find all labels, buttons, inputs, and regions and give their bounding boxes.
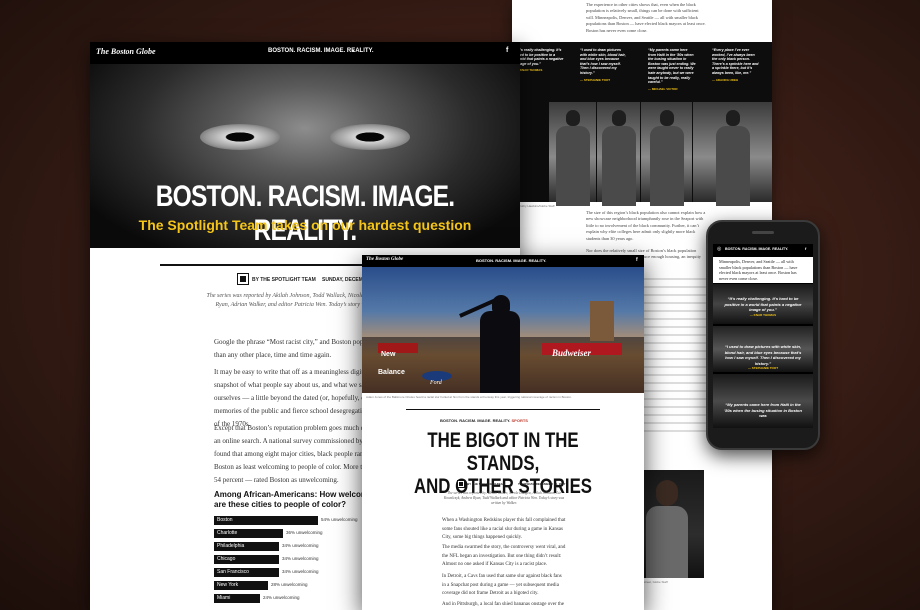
category-label: Miami <box>217 595 231 601</box>
article-title: THE BIGOT IN THE STANDS, AND OTHER STORIE… <box>390 429 616 498</box>
category-label: New York <box>217 582 239 588</box>
byline: BY THE SPOTLIGHT TEAM <box>467 482 506 486</box>
body-paragraph: The media swarmed the story, the controv… <box>442 545 566 567</box>
eye-shape <box>330 124 410 150</box>
phone-speaker <box>752 231 774 234</box>
quote-attribution: — KNAR THOMAS <box>516 68 543 73</box>
quote-attribution: — ADAORA UDEH <box>712 77 739 82</box>
quote-attribution: — STEPHANIE TOOT <box>580 77 611 82</box>
value-label: 34% unwelcoming <box>282 569 319 574</box>
middle-article-page: The Boston Globe BOSTON. RACISM. IMAGE. … <box>362 255 644 610</box>
quote-attribution: — MICHAEL VICTOR <box>648 86 678 91</box>
value-label: 54% unwelcoming <box>321 517 358 522</box>
chevron-down-icon[interactable]: ▾ <box>352 48 355 54</box>
quote-attribution: — STEPHANIE TOOT <box>747 366 779 370</box>
quote-text: “Every place I’ve ever worked, I’ve alwa… <box>712 48 759 75</box>
photo-caption: Adam Jones of the Baltimore Orioles hear… <box>366 395 572 399</box>
section-label: BOSTON. RACISM. IMAGE. REALITY. SPORTS <box>440 418 528 423</box>
facebook-icon[interactable]: f <box>636 257 638 263</box>
dateline: THURSDAY, DECEMBER 14, 2017 <box>518 482 566 486</box>
byline: BY THE SPOTLIGHT TEAM <box>252 277 316 283</box>
title-line: THE BIGOT IN THE STANDS, <box>427 429 579 475</box>
sign-text: Budweiser <box>552 348 592 358</box>
category-label: Boston <box>217 517 233 523</box>
chart-bar: San Francisco <box>214 568 279 577</box>
player-body <box>480 311 520 393</box>
intro-paragraph: The experience in other cities shows tha… <box>586 2 706 33</box>
hero-section: The Boston Globe BOSTON. RACISM. IMAGE. … <box>90 42 520 248</box>
portrait-photo <box>640 102 692 206</box>
quote-text: “I used to draw pictures with white skin… <box>724 344 802 366</box>
top-nav-bar: The Boston Globe BOSTON. RACISM. IMAGE. … <box>90 42 520 64</box>
hero-title: BOSTON. RACISM. IMAGE. REALITY. <box>155 180 455 247</box>
quote-card: “Every place I’ve ever worked, I’ve alwa… <box>712 48 760 82</box>
chart-bar: Charlotte <box>214 529 283 538</box>
value-label: 34% unwelcoming <box>282 543 319 548</box>
eye-shape <box>200 124 280 150</box>
body-paragraph: The size of this region’s black populati… <box>586 210 706 241</box>
portrait-photo <box>596 102 640 206</box>
category-label: Charlotte <box>217 530 238 536</box>
divider <box>406 409 600 410</box>
facebook-icon[interactable]: f <box>506 47 508 54</box>
ad-sign: New Balance <box>378 343 418 376</box>
quote-text: “I used to draw pictures with white skin… <box>580 48 626 75</box>
category-label: Philadelphia <box>217 543 245 549</box>
quote-text: “It’s really challenging. It’s hard to b… <box>724 296 802 312</box>
chart-bar: New York <box>214 581 268 590</box>
chart-bar: Miami <box>214 594 260 603</box>
body-paragraph: And in Pittsburgh, a local fan shied ban… <box>442 602 564 607</box>
top-nav-bar: ◎ BOSTON. RACISM. IMAGE. REALITY. f <box>713 244 813 256</box>
chart-bar: Chicago <box>214 555 279 564</box>
category-label: Chicago <box>217 556 236 562</box>
quote-card: “It’s really challenging. It’s hard to b… <box>516 48 564 73</box>
intro-paragraph: Minneapolis, Denver, and Seattle — all w… <box>719 259 798 281</box>
nav-series-title[interactable]: BOSTON. RACISM. IMAGE. REALITY. <box>268 48 374 54</box>
chart-bar: Boston <box>214 516 318 525</box>
value-label: 24% unwelcoming <box>263 595 300 600</box>
globe-logo[interactable]: The Boston Globe <box>366 257 403 262</box>
nav-series-title[interactable]: BOSTON. RACISM. IMAGE. REALITY. <box>725 247 788 251</box>
baseball-photo: New Balance Budweiser Ford <box>362 267 644 393</box>
quote-text: “My parents came here from Haiti in the … <box>724 402 802 418</box>
value-label: 34% unwelcoming <box>282 556 319 561</box>
smartphone-mockup: ◎ BOSTON. RACISM. IMAGE. REALITY. f Minn… <box>706 220 820 450</box>
ad-sign: Ford <box>422 371 452 386</box>
value-label: 28% unwelcoming <box>271 582 308 587</box>
section-tag[interactable]: SPORTS <box>512 418 528 423</box>
quote-card: “It’s really challenging. It’s hard to b… <box>723 296 803 318</box>
quote-text: “My parents came here from Haiti in the … <box>648 48 696 85</box>
spotlight-logo-icon <box>237 273 249 285</box>
quote-card: “My parents came here from Haiti in the … <box>723 402 803 419</box>
quote-text: “It’s really challenging. It’s hard to b… <box>516 48 564 66</box>
phone-screen: ◎ BOSTON. RACISM. IMAGE. REALITY. f Minn… <box>713 244 813 428</box>
top-nav-bar: The Boston Globe BOSTON. RACISM. IMAGE. … <box>362 255 644 267</box>
spotlight-logo-icon <box>457 480 465 488</box>
body-paragraph: When a Washington Redskins player this f… <box>442 518 566 540</box>
chart-bar: Philadelphia <box>214 542 279 551</box>
text-block: Minneapolis, Denver, and Seattle — all w… <box>713 257 813 283</box>
category-label: San Francisco <box>217 569 249 575</box>
globe-icon[interactable]: ◎ <box>717 246 721 252</box>
facebook-icon[interactable]: f <box>805 246 806 251</box>
quote-card: “I used to draw pictures with white skin… <box>580 48 628 82</box>
quote-attribution: — KNAR THOMAS <box>749 312 777 317</box>
quote-card: “My parents came here from Haiti in the … <box>648 48 696 91</box>
portrait-photo <box>692 102 772 206</box>
value-label: 36% unwelcoming <box>286 530 323 535</box>
quote-card: “I used to draw pictures with white skin… <box>723 344 803 372</box>
body-paragraph: In Detroit, a Cavs fan used that same sl… <box>442 574 562 596</box>
portrait-photo <box>713 374 813 428</box>
globe-logo[interactable]: The Boston Globe <box>96 47 156 56</box>
portrait-photo <box>548 102 596 206</box>
reporter-credits: The series was reported by Adrian Walker… <box>443 491 565 505</box>
sign-text: Ford <box>430 380 442 386</box>
tower-building <box>590 301 614 341</box>
photo-credit: Dorothy Hawkins/Globe Staff <box>516 204 555 208</box>
section-name: BOSTON. RACISM. IMAGE. REALITY. <box>440 418 511 423</box>
quote-gallery: “It’s really challenging. It’s hard to b… <box>512 42 772 206</box>
hero-subtitle: The Spotlight Team takes on our hardest … <box>138 217 472 233</box>
ad-sign: Budweiser <box>542 343 622 358</box>
nav-series-title[interactable]: BOSTON. RACISM. IMAGE. REALITY. <box>476 258 546 263</box>
